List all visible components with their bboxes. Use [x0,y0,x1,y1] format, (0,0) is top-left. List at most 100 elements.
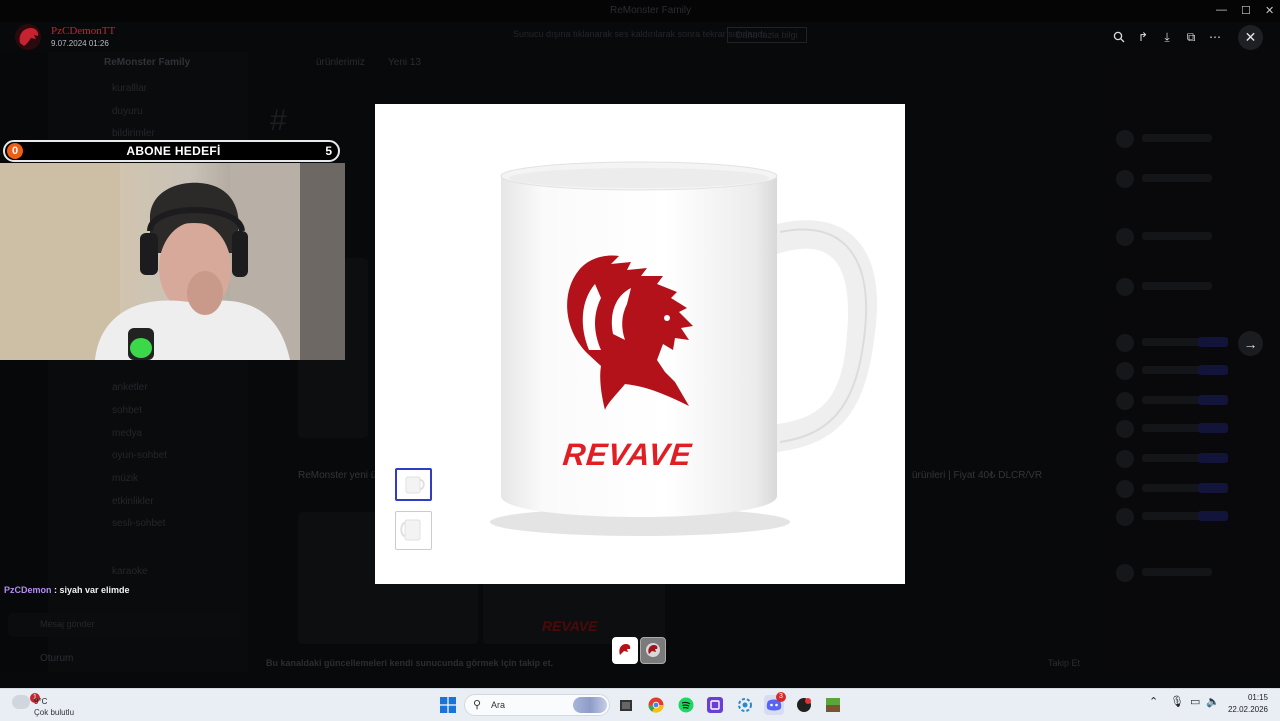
member-item[interactable] [1116,362,1266,380]
windows-start-icon[interactable] [438,695,458,715]
channel-header-title: ürünlerimiz [316,57,365,68]
product-brand-text: REVAVE [561,437,694,472]
open-in-new-icon[interactable]: ⧉ [1180,26,1202,48]
game-app-icon[interactable] [794,695,814,715]
next-image-button[interactable]: → [1238,331,1263,356]
notice-bar: Sunucu dışına tıklanarak ses kaldırılara… [505,24,815,46]
channel-item[interactable]: anketler [112,382,148,393]
chat-message: PzCDemon : siyah var elimde [4,585,130,595]
member-item[interactable] [1116,170,1266,188]
attachment-thumbnail-1[interactable] [612,637,638,664]
member-item[interactable] [1116,420,1266,438]
channel-item[interactable]: etkinlikler [112,496,154,507]
message-input[interactable]: Mesaj gönder [8,613,240,637]
discord-badge: 3 [776,692,786,702]
minimize-icon[interactable]: — [1216,4,1227,16]
channel-item[interactable]: kuralllar [112,83,147,94]
weather-widget[interactable]: 1 9°C Çok bulutlu [10,692,100,718]
member-item[interactable] [1116,564,1266,582]
minecraft-icon[interactable] [823,695,843,715]
taskbar: 1 9°C Çok bulutlu ⚲ Ara 3 ⌃ 🎙 ▭ 🔈 01:15 … [0,688,1280,721]
channel-item[interactable]: müzik [112,473,138,484]
user-name[interactable]: Oturum [40,653,73,664]
member-item[interactable] [1116,278,1266,296]
dragon-logo-icon [619,644,631,655]
member-item[interactable] [1116,228,1266,246]
member-item[interactable] [1116,392,1266,410]
discord-icon[interactable]: 3 [764,692,786,715]
search-highlight-icon [573,697,607,713]
webcam-feed [0,163,345,360]
image-thumbnail-1[interactable] [395,468,432,501]
streamer-tag: PzCDemonTT 9.07.2024 01:26 [14,23,174,53]
attachment-thumbnail-2[interactable] [640,637,666,664]
subscriber-goal-bar: 0 ABONE HEDEFİ 5 [3,140,340,162]
notice-button[interactable]: Daha fazla bilgi [727,27,807,43]
dragon-logo-icon [15,24,41,50]
channel-item[interactable]: medya [112,428,142,439]
product-image-modal: REVAVE [375,104,905,584]
search-icon: ⚲ [473,699,482,711]
attachment-thumbnails [612,637,667,664]
follow-note: Bu kanaldaki güncellemeleri kendi sunucu… [266,658,554,668]
streamer-name: PzCDemonTT [51,25,116,37]
share-icon[interactable]: ↱ [1132,26,1154,48]
microphone-icon[interactable]: 🎙 [1170,695,1184,708]
speaker-icon[interactable]: 🔈 [1206,695,1220,708]
hash-icon: # [270,104,287,137]
spotify-icon[interactable] [676,695,696,715]
member-item[interactable] [1116,450,1266,468]
chat-separator: : [51,585,60,595]
follow-button[interactable]: Takip Et [1048,658,1080,668]
search-placeholder: Ara [491,700,506,710]
channel-item[interactable]: bildirimler [112,128,155,139]
app-icon[interactable] [705,695,725,715]
message-input-placeholder: Mesaj gönder [40,619,95,629]
message-text: ürünleri | Fiyat 40₺ DLCR/VR [912,470,1043,481]
channel-item[interactable]: sohbet [112,405,142,416]
chat-username: PzCDemon [4,585,52,595]
close-viewer-button[interactable]: ✕ [1238,25,1263,50]
display-icon[interactable]: ▭ [1190,695,1200,708]
image-viewer-toolbar: ↱ ⤓ ⧉ ⋯ [1108,26,1228,48]
weather-temp: 9°C [34,697,48,706]
chat-text: siyah var elimde [59,585,130,595]
stream-date: 9.07.2024 01:26 [51,39,109,48]
member-item[interactable] [1116,130,1266,148]
channel-item[interactable]: sesli-sohbet [112,518,165,529]
window-title: ReMonster Family [610,5,692,16]
member-item[interactable] [1116,508,1266,526]
mug-thumbnail-icon [400,519,421,541]
channel-item[interactable]: duyuru [112,106,143,117]
subscriber-goal-label: ABONE HEDEFİ [126,144,221,158]
maximize-icon[interactable]: ☐ [1241,4,1251,17]
channel-item[interactable]: karaoke [112,566,148,577]
arrow-right-icon: → [1243,335,1258,352]
window-close-icon[interactable]: ✕ [1265,4,1274,17]
clock-time[interactable]: 01:15 [1230,693,1268,702]
taskbar-search[interactable]: ⚲ Ara [464,694,610,716]
chrome-icon[interactable] [646,695,666,715]
server-name[interactable]: ReMonster Family [104,57,190,68]
webcam-person-image [0,163,345,360]
subscriber-goal-target: 5 [325,144,332,158]
image-thumbnail-2[interactable] [395,511,432,550]
clock-date[interactable]: 22.02.2026 [1224,705,1268,714]
zoom-in-icon[interactable] [1108,26,1130,48]
chevron-up-icon[interactable]: ⌃ [1149,695,1158,708]
mug-image [490,161,878,536]
weather-condition: Çok bulutlu [34,708,75,717]
more-icon[interactable]: ⋯ [1204,26,1226,48]
close-icon: ✕ [1244,29,1257,45]
window-titlebar: ReMonster Family [0,0,1280,22]
settings-app-icon[interactable] [735,695,755,715]
background-brand-text: REVAVE [542,618,598,634]
mug-thumbnail-icon [405,476,425,494]
dragon-logo-icon [646,643,660,657]
channel-header-count[interactable]: Yeni 13 [388,57,421,68]
cloud-icon [12,695,30,709]
download-icon[interactable]: ⤓ [1156,26,1178,48]
channel-item[interactable]: oyun-sohbet [112,450,167,461]
member-item[interactable] [1116,480,1266,498]
file-explorer-icon[interactable] [616,695,636,715]
